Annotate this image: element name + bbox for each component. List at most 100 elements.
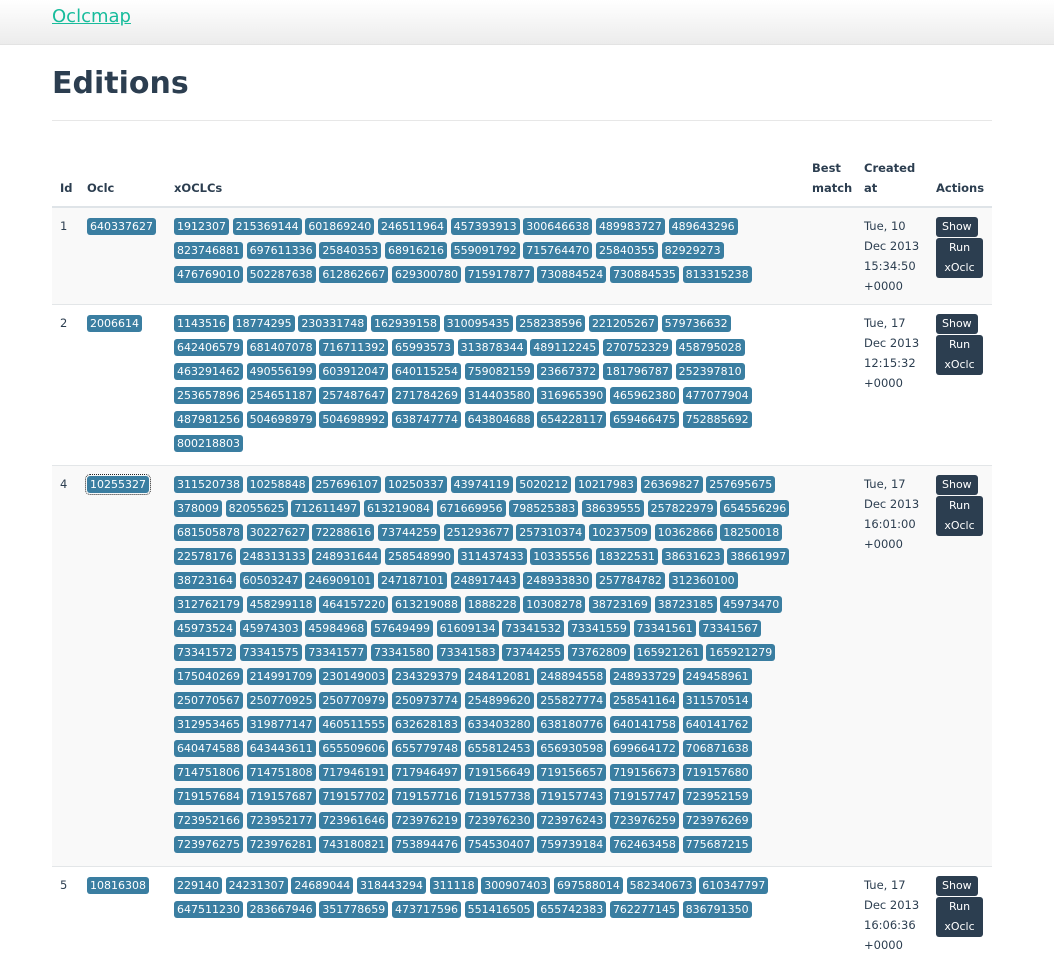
xoclc-badge[interactable]: 65993573 — [392, 339, 454, 356]
xoclc-badge[interactable]: 601869240 — [305, 218, 374, 235]
xoclc-badge[interactable]: 836791350 — [683, 901, 752, 918]
xoclc-badge[interactable]: 715917877 — [465, 266, 534, 283]
xoclc-badge[interactable]: 489983727 — [596, 218, 665, 235]
xoclc-badge[interactable]: 629300780 — [392, 266, 461, 283]
xoclc-badge[interactable]: 45973524 — [174, 620, 236, 637]
xoclc-badge[interactable]: 254899620 — [465, 692, 534, 709]
xoclc-badge[interactable]: 10362866 — [655, 524, 717, 541]
xoclc-badge[interactable]: 753894476 — [392, 836, 461, 853]
xoclc-badge[interactable]: 610347797 — [699, 877, 768, 894]
xoclc-badge[interactable]: 730884524 — [537, 266, 606, 283]
xoclc-badge[interactable]: 250973774 — [392, 692, 461, 709]
xoclc-badge[interactable]: 312953465 — [174, 716, 243, 733]
xoclc-badge[interactable]: 723952177 — [247, 812, 316, 829]
xoclc-badge[interactable]: 643443611 — [247, 740, 316, 757]
xoclc-badge[interactable]: 723976243 — [537, 812, 606, 829]
xoclc-badge[interactable]: 248933729 — [610, 668, 679, 685]
xoclc-badge[interactable]: 18250018 — [720, 524, 782, 541]
xoclc-badge[interactable]: 257695675 — [706, 476, 775, 493]
xoclc-badge[interactable]: 258548990 — [385, 548, 454, 565]
xoclc-badge[interactable]: 464157220 — [319, 596, 388, 613]
xoclc-badge[interactable]: 654228117 — [537, 411, 606, 428]
xoclc-badge[interactable]: 759739184 — [537, 836, 606, 853]
xoclc-badge[interactable]: 250770925 — [247, 692, 316, 709]
xoclc-badge[interactable]: 723976219 — [392, 812, 461, 829]
xoclc-badge[interactable]: 247187101 — [378, 572, 447, 589]
xoclc-badge[interactable]: 252397810 — [676, 363, 745, 380]
xoclc-badge[interactable]: 248931644 — [312, 548, 381, 565]
xoclc-badge[interactable]: 214991709 — [247, 668, 316, 685]
xoclc-badge[interactable]: 249458961 — [683, 668, 752, 685]
xoclc-badge[interactable]: 659466475 — [610, 411, 679, 428]
xoclc-badge[interactable]: 489112245 — [530, 339, 599, 356]
xoclc-badge[interactable]: 248313133 — [240, 548, 309, 565]
xoclc-badge[interactable]: 38723169 — [589, 596, 651, 613]
xoclc-badge[interactable]: 25840353 — [319, 242, 381, 259]
xoclc-badge[interactable]: 162939158 — [371, 315, 440, 332]
xoclc-badge[interactable]: 465962380 — [610, 387, 679, 404]
xoclc-badge[interactable]: 640474588 — [174, 740, 243, 757]
xoclc-badge[interactable]: 257784782 — [596, 572, 665, 589]
xoclc-badge[interactable]: 671669956 — [437, 500, 506, 517]
xoclc-badge[interactable]: 310095435 — [444, 315, 513, 332]
xoclc-badge[interactable]: 311118 — [430, 877, 478, 894]
xoclc-badge[interactable]: 613219084 — [364, 500, 433, 517]
xoclc-badge[interactable]: 24231307 — [226, 877, 288, 894]
xoclc-badge[interactable]: 230149003 — [319, 668, 388, 685]
xoclc-badge[interactable]: 640115254 — [392, 363, 461, 380]
xoclc-badge[interactable]: 719157702 — [319, 788, 388, 805]
xoclc-badge[interactable]: 175040269 — [174, 668, 243, 685]
xoclc-badge[interactable]: 457393913 — [451, 218, 520, 235]
xoclc-badge[interactable]: 313878344 — [458, 339, 527, 356]
xoclc-badge[interactable]: 717946497 — [392, 764, 461, 781]
xoclc-badge[interactable]: 316965390 — [537, 387, 606, 404]
xoclc-badge[interactable]: 582340673 — [627, 877, 696, 894]
xoclc-badge[interactable]: 559091792 — [451, 242, 520, 259]
xoclc-badge[interactable]: 762277145 — [610, 901, 679, 918]
xoclc-badge[interactable]: 82055625 — [226, 500, 288, 517]
run-xoclc-button[interactable]: Run xOclc — [936, 496, 983, 536]
xoclc-badge[interactable]: 798525383 — [509, 500, 578, 517]
xoclc-badge[interactable]: 719157687 — [247, 788, 316, 805]
xoclc-badge[interactable]: 257696107 — [312, 476, 381, 493]
xoclc-badge[interactable]: 165921261 — [634, 644, 703, 661]
xoclc-badge[interactable]: 681407078 — [247, 339, 316, 356]
show-button[interactable]: Show — [936, 217, 978, 237]
xoclc-badge[interactable]: 10308278 — [523, 596, 585, 613]
show-button[interactable]: Show — [936, 314, 978, 334]
xoclc-badge[interactable]: 10217983 — [575, 476, 637, 493]
xoclc-badge[interactable]: 719157684 — [174, 788, 243, 805]
xoclc-badge[interactable]: 463291462 — [174, 363, 243, 380]
xoclc-badge[interactable]: 257310374 — [516, 524, 585, 541]
xoclc-badge[interactable]: 489643296 — [669, 218, 738, 235]
xoclc-badge[interactable]: 248917443 — [451, 572, 520, 589]
xoclc-badge[interactable]: 714751808 — [247, 764, 316, 781]
xoclc-badge[interactable]: 45974303 — [240, 620, 302, 637]
xoclc-badge[interactable]: 300907403 — [481, 877, 550, 894]
xoclc-badge[interactable]: 723952159 — [683, 788, 752, 805]
xoclc-badge[interactable]: 699664172 — [610, 740, 679, 757]
xoclc-badge[interactable]: 257822979 — [648, 500, 717, 517]
xoclc-badge[interactable]: 73341577 — [305, 644, 367, 661]
xoclc-badge[interactable]: 551416505 — [465, 901, 534, 918]
xoclc-badge[interactable]: 24689044 — [291, 877, 353, 894]
xoclc-badge[interactable]: 30227627 — [247, 524, 309, 541]
xoclc-badge[interactable]: 68916216 — [385, 242, 447, 259]
xoclc-badge[interactable]: 246909101 — [305, 572, 374, 589]
xoclc-badge[interactable]: 73341567 — [699, 620, 761, 637]
xoclc-badge[interactable]: 759082159 — [465, 363, 534, 380]
xoclc-badge[interactable]: 312360100 — [669, 572, 738, 589]
xoclc-badge[interactable]: 73341580 — [371, 644, 433, 661]
xoclc-badge[interactable]: 656930598 — [537, 740, 606, 757]
xoclc-badge[interactable]: 504698979 — [247, 411, 316, 428]
xoclc-badge[interactable]: 655779748 — [392, 740, 461, 757]
xoclc-badge[interactable]: 229140 — [174, 877, 222, 894]
xoclc-badge[interactable]: 73341583 — [437, 644, 499, 661]
xoclc-badge[interactable]: 73341532 — [502, 620, 564, 637]
xoclc-badge[interactable]: 253657896 — [174, 387, 243, 404]
xoclc-badge[interactable]: 221205267 — [589, 315, 658, 332]
xoclc-badge[interactable]: 248412081 — [465, 668, 534, 685]
xoclc-badge[interactable]: 654556296 — [720, 500, 789, 517]
xoclc-badge[interactable]: 638747774 — [392, 411, 461, 428]
xoclc-badge[interactable]: 246511964 — [378, 218, 447, 235]
